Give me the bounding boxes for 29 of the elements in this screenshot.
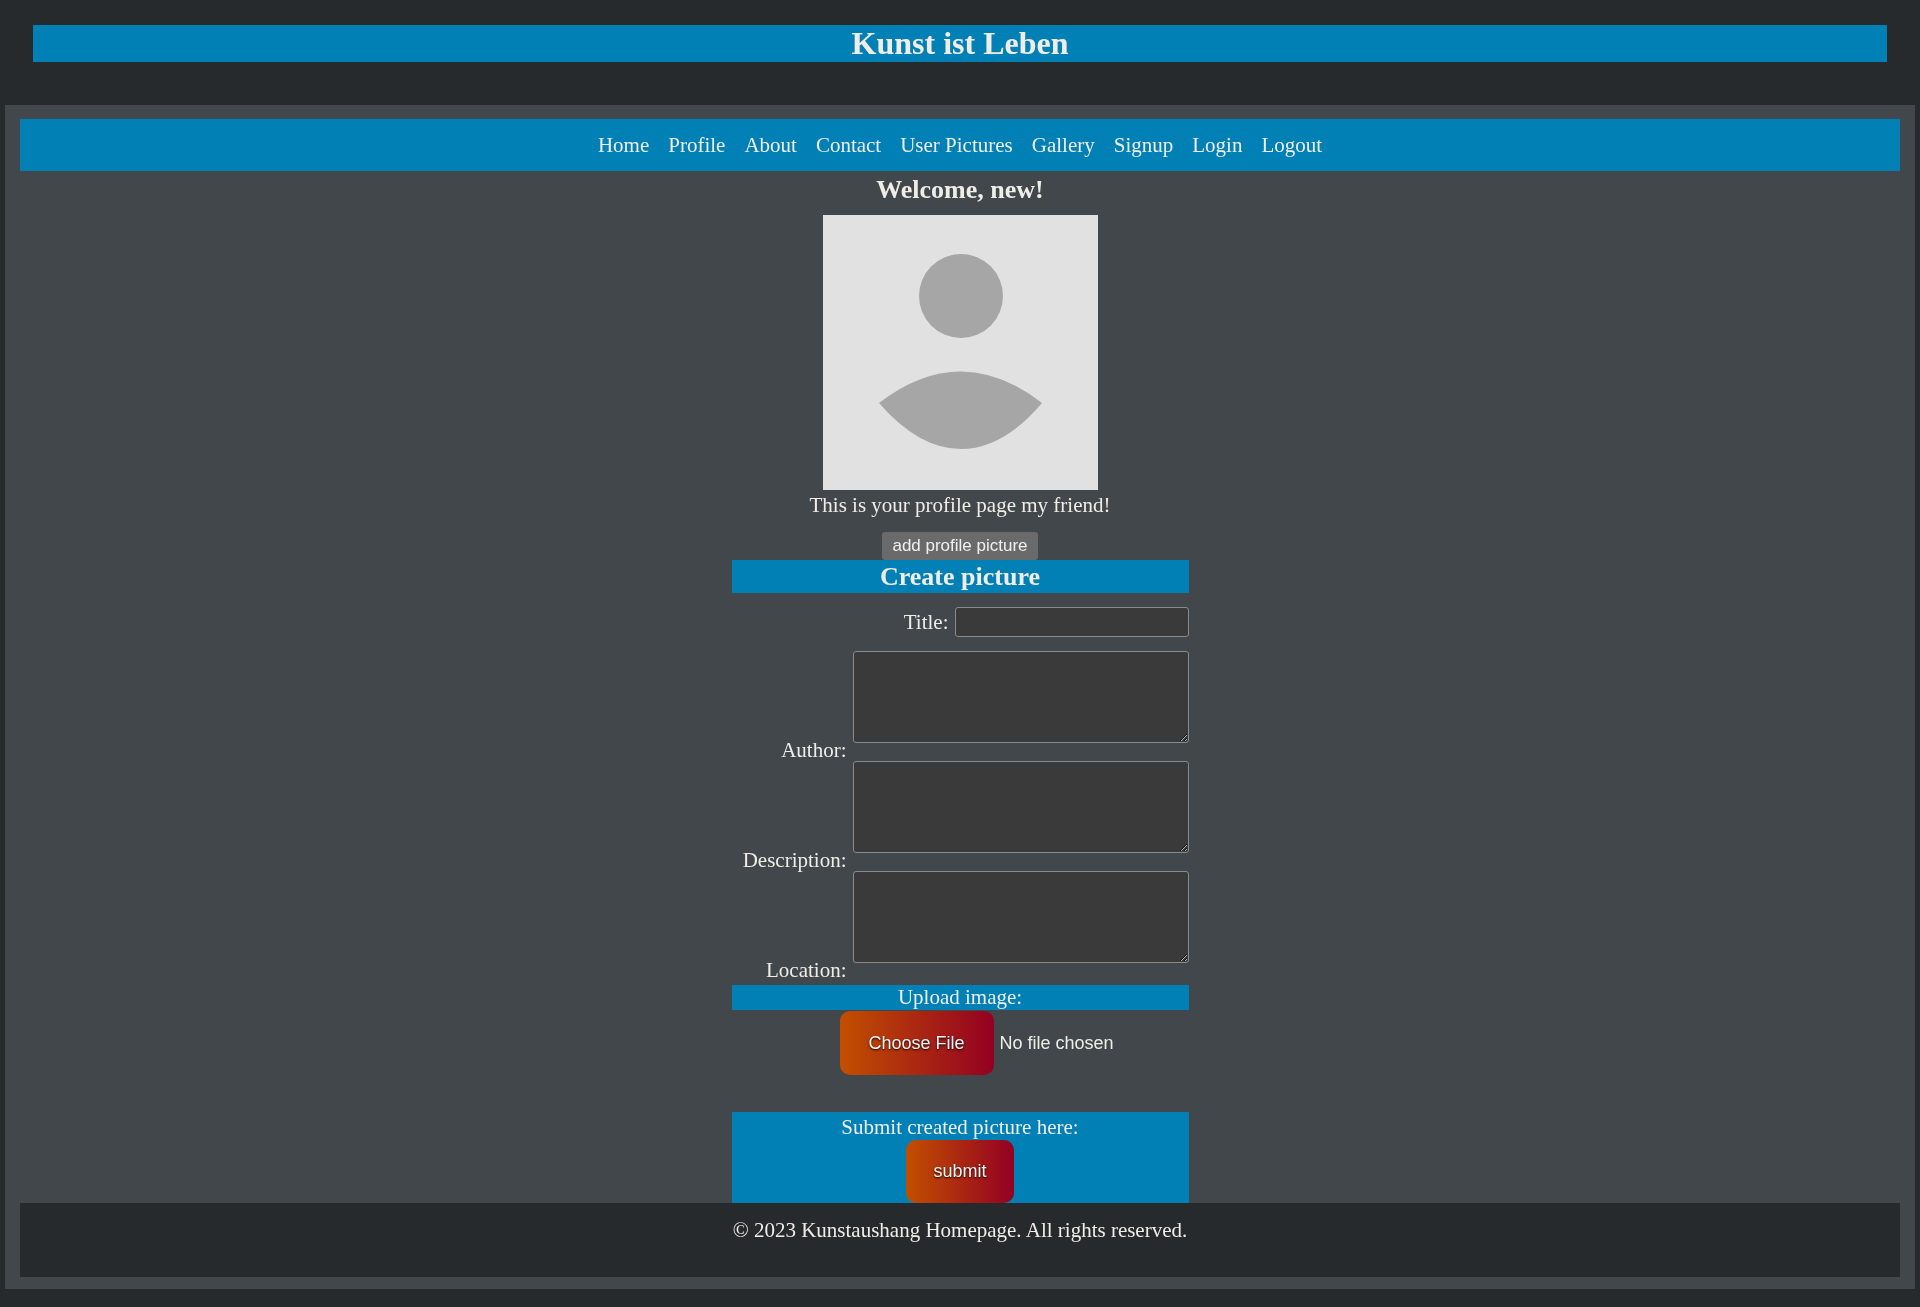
site-title: Kunst ist Leben (33, 25, 1887, 62)
profile-caption: This is your profile page my friend! (809, 492, 1111, 518)
nav-link[interactable]: Signup (1113, 132, 1174, 158)
nav-link[interactable]: About (744, 132, 797, 158)
form-title: Create picture (731, 560, 1189, 593)
add-profile-picture-button[interactable]: add profile picture (882, 532, 1038, 560)
field-label: Title: (903, 611, 949, 633)
nav-link[interactable]: Contact (815, 132, 882, 158)
text-area[interactable] (852, 651, 1189, 743)
field-label: Location: (766, 959, 847, 981)
submit-label: Submit created picture here: (841, 1114, 1079, 1140)
submit-button[interactable]: submit (906, 1140, 1014, 1203)
text-area[interactable] (852, 761, 1189, 853)
nav-link[interactable]: Logout (1261, 132, 1323, 158)
upload-label: Upload image: (731, 985, 1189, 1010)
avatar-placeholder-icon (822, 215, 1098, 490)
field-label: Author: (781, 739, 847, 761)
field-label: Description: (742, 849, 847, 871)
nav-link[interactable]: Gallery (1031, 132, 1095, 158)
nav-link[interactable]: Profile (668, 132, 726, 158)
text-area[interactable] (852, 871, 1189, 963)
nav-link[interactable]: User Pictures (900, 132, 1013, 158)
choose-file-button[interactable]: Choose File (839, 1011, 994, 1075)
welcome-heading: Welcome, new! (876, 175, 1044, 205)
input-field[interactable] (954, 607, 1189, 637)
footer-text: © 2023 Kunstaushang Homepage. All rights reserved. (732, 1217, 1188, 1244)
file-status: No file chosen (999, 1032, 1114, 1054)
nav-link[interactable]: Home (597, 132, 650, 158)
nav-link[interactable]: Login (1192, 132, 1243, 158)
